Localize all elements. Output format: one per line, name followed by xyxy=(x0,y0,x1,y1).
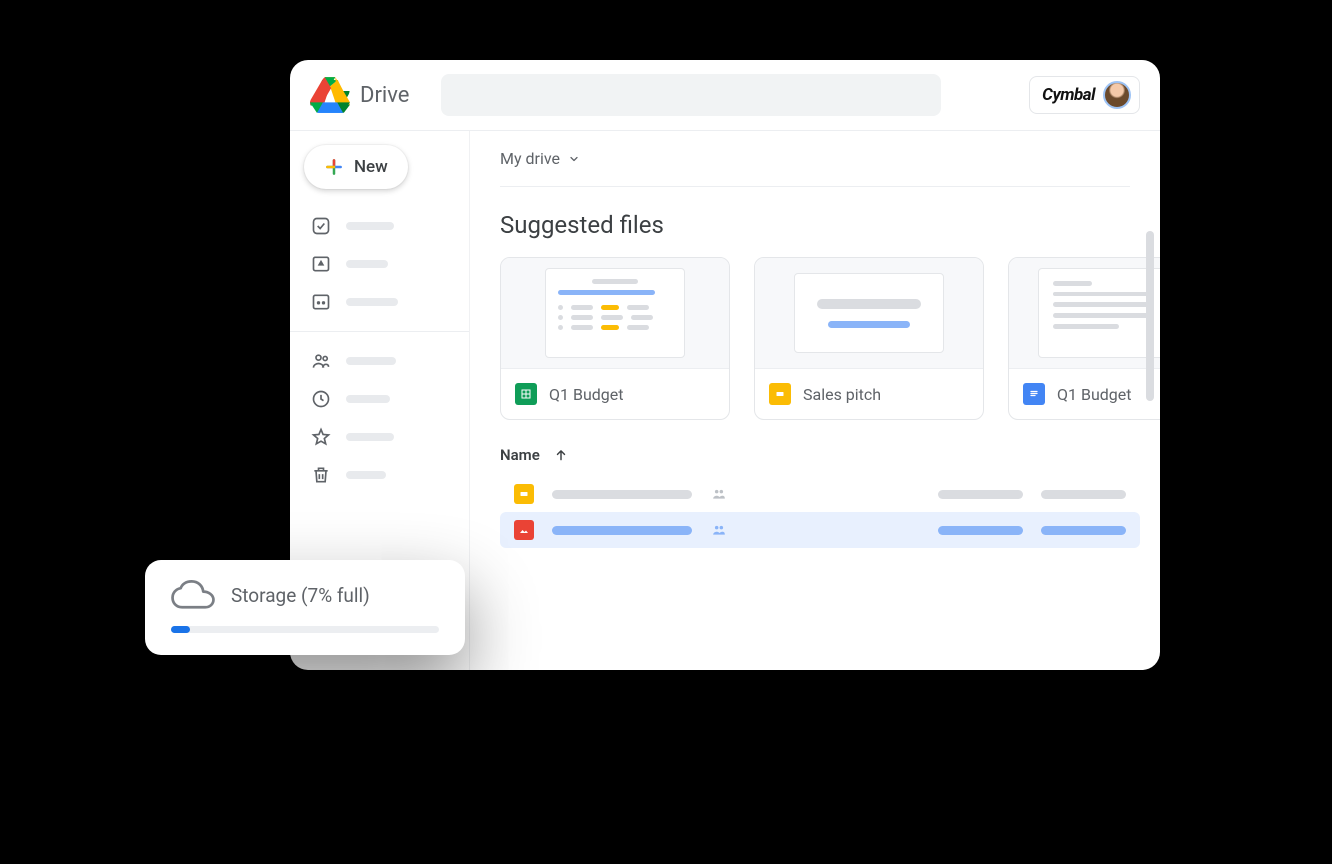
clock-icon xyxy=(310,388,332,410)
search-input[interactable] xyxy=(441,74,941,116)
sidebar-item-trash[interactable] xyxy=(290,458,469,492)
app-title: Drive xyxy=(360,83,409,108)
file-list xyxy=(500,476,1160,548)
storage-card[interactable]: Storage (7% full) xyxy=(145,560,465,655)
main-content: My drive Suggested files xyxy=(470,131,1160,670)
slides-icon xyxy=(769,383,791,405)
brand-label: Cymbal xyxy=(1042,85,1095,105)
suggested-card[interactable]: Q1 Budget xyxy=(500,257,730,420)
storage-label: Storage (7% full) xyxy=(231,584,370,607)
slides-icon xyxy=(514,484,534,504)
scrollbar[interactable] xyxy=(1146,231,1154,401)
sidebar-item-shared[interactable] xyxy=(290,344,469,378)
plus-icon xyxy=(324,157,344,177)
drive-folder-icon xyxy=(310,253,332,275)
column-name: Name xyxy=(500,446,540,464)
trash-icon xyxy=(310,464,332,486)
sheets-icon xyxy=(515,383,537,405)
sidebar-item-mydrive[interactable] xyxy=(290,247,469,281)
breadcrumb[interactable]: My drive xyxy=(500,149,1130,187)
sidebar-item-shareddrives[interactable] xyxy=(290,285,469,319)
image-icon xyxy=(514,520,534,540)
people-icon xyxy=(710,523,728,537)
shared-drives-icon xyxy=(310,291,332,313)
check-square-icon xyxy=(310,215,332,237)
list-item[interactable] xyxy=(500,512,1140,548)
new-button-label: New xyxy=(354,157,388,177)
cloud-icon xyxy=(171,580,215,610)
star-icon xyxy=(310,426,332,448)
suggested-card[interactable]: Q1 Budget xyxy=(1008,257,1160,420)
arrow-up-icon xyxy=(554,448,568,462)
file-name: Q1 Budget xyxy=(549,385,623,404)
chevron-down-icon xyxy=(568,153,580,165)
list-header[interactable]: Name xyxy=(500,446,1130,464)
file-name: Sales pitch xyxy=(803,385,881,404)
sidebar-item-starred[interactable] xyxy=(290,420,469,454)
drive-logo-icon xyxy=(310,75,350,115)
suggested-card[interactable]: Sales pitch xyxy=(754,257,984,420)
list-item[interactable] xyxy=(500,476,1140,512)
app-header: Drive Cymbal xyxy=(290,60,1160,131)
suggested-title: Suggested files xyxy=(500,211,1160,239)
drive-logo[interactable]: Drive xyxy=(310,75,409,115)
sidebar-item-recent[interactable] xyxy=(290,382,469,416)
sidebar-item-priority[interactable] xyxy=(290,209,469,243)
suggested-cards: Q1 Budget Sales pitch xyxy=(500,257,1160,420)
docs-icon xyxy=(1023,383,1045,405)
new-button[interactable]: New xyxy=(304,145,408,189)
storage-progress xyxy=(171,626,439,633)
account-chip[interactable]: Cymbal xyxy=(1029,76,1140,114)
breadcrumb-label: My drive xyxy=(500,149,560,168)
people-icon xyxy=(310,350,332,372)
avatar xyxy=(1103,81,1131,109)
file-name: Q1 Budget xyxy=(1057,385,1131,404)
people-icon xyxy=(710,487,728,501)
